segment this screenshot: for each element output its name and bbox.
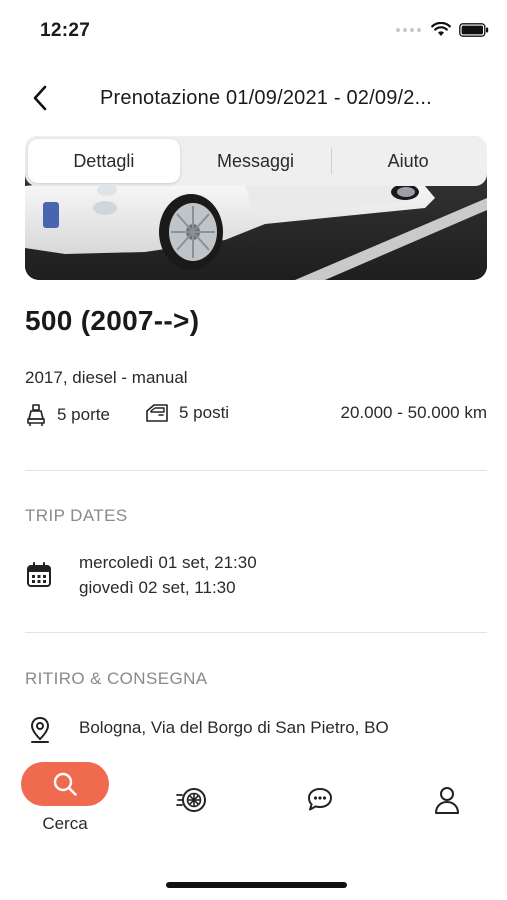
- spec-seats-label: 5 posti: [179, 403, 230, 422]
- tab-dettagli[interactable]: Dettagli: [28, 139, 180, 183]
- tab-bar: Cerca: [0, 755, 507, 845]
- status-bar: 12:27: [0, 0, 507, 60]
- spec-doors-label: 5 porte: [57, 405, 110, 424]
- tab-search-button[interactable]: [21, 762, 109, 806]
- wifi-icon: [431, 22, 451, 36]
- chevron-left-icon: [33, 85, 47, 111]
- page-title: Prenotazione 01/09/2021 - 02/09/2...: [100, 87, 432, 109]
- status-icons: [396, 22, 489, 37]
- car-specs: 5 porte 5 posti 20.000 - 50.000 km: [25, 403, 487, 427]
- spec-doors: 5 porte: [25, 403, 110, 427]
- trip-end: giovedì 02 set, 11:30: [79, 578, 236, 597]
- tab-messaggi[interactable]: Messaggi: [180, 139, 332, 183]
- car-model-title: 500 (2007-->): [25, 305, 200, 336]
- car-subtitle: 2017, diesel - manual: [25, 368, 188, 387]
- tab-profile-button[interactable]: [430, 783, 464, 817]
- segmented-tabs: Dettagli Messaggi Aiuto: [25, 136, 487, 186]
- status-time: 12:27: [40, 20, 91, 41]
- car-seat-icon: [27, 404, 45, 426]
- tab-rentals-button[interactable]: [175, 783, 209, 817]
- spec-seats: 5 posti: [145, 403, 229, 423]
- trip-start: mercoledì 01 set, 21:30: [79, 553, 257, 572]
- nav-header: Prenotazione 01/09/2021 - 02/09/2...: [0, 76, 507, 120]
- tab-messages-button[interactable]: [303, 783, 337, 817]
- signal-icon: [396, 27, 421, 32]
- trip-dates-label: TRIP DATES: [25, 506, 128, 525]
- trip-dates: mercoledì 01 set, 21:30 giovedì 02 set, …: [25, 551, 487, 601]
- car-door-icon: [146, 404, 168, 422]
- battery-icon: [459, 22, 489, 37]
- profile-icon: [435, 787, 459, 814]
- pickup-address: Bologna, Via del Borgo di San Pietro, BO: [79, 718, 389, 737]
- spec-mileage: 20.000 - 50.000 km: [340, 403, 487, 422]
- calendar-icon: [27, 562, 51, 587]
- location-pin-icon: [30, 716, 50, 743]
- tab-aiuto[interactable]: Aiuto: [332, 139, 484, 183]
- steering-wheel-icon: [176, 788, 206, 812]
- search-icon: [53, 772, 77, 796]
- pickup-label: RITIRO & CONSEGNA: [25, 669, 208, 688]
- home-indicator: [166, 882, 347, 888]
- section-divider: [25, 632, 487, 633]
- tab-search-label: Cerca: [42, 814, 88, 833]
- pickup-location: Bologna, Via del Borgo di San Pietro, BO: [25, 716, 487, 744]
- chat-icon: [308, 788, 332, 811]
- back-button[interactable]: [22, 80, 58, 116]
- section-divider: [25, 470, 487, 471]
